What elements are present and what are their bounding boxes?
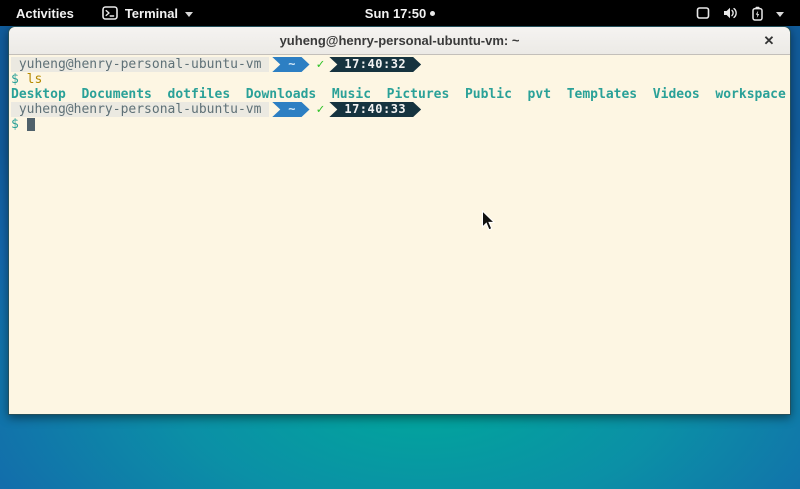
terminal-content[interactable]: yuheng@henry-personal-ubuntu-vm ~ ✓ 17:4… bbox=[9, 55, 790, 415]
directory-list: Desktop Documents dotfiles Downloads Mus… bbox=[11, 87, 786, 102]
prompt-user-host: yuheng@henry-personal-ubuntu-vm bbox=[11, 57, 269, 72]
input-line[interactable]: $ bbox=[11, 117, 790, 132]
system-status-area[interactable] bbox=[696, 0, 800, 26]
typed-command: ls bbox=[27, 72, 43, 87]
terminal-window: yuheng@henry-personal-ubuntu-vm: ~ ✕ yuh… bbox=[8, 26, 791, 415]
volume-icon bbox=[723, 6, 739, 20]
activities-button[interactable]: Activities bbox=[12, 6, 78, 21]
prompt-path-segment: ~ bbox=[272, 57, 309, 72]
prompt-status-check-icon: ✓ bbox=[310, 102, 330, 117]
ls-output-line: Desktop Documents dotfiles Downloads Mus… bbox=[11, 87, 790, 102]
prompt-line: yuheng@henry-personal-ubuntu-vm ~ ✓ 17:4… bbox=[11, 102, 790, 117]
gnome-top-bar: Activities Terminal Sun 17:50 bbox=[0, 0, 800, 26]
app-indicator-label: Terminal bbox=[125, 6, 178, 21]
prompt-timestamp: 17:40:33 bbox=[329, 102, 421, 117]
clock-label[interactable]: Sun 17:50 bbox=[365, 6, 426, 21]
prompt-symbol: $ bbox=[11, 72, 19, 87]
command-line: $ ls bbox=[11, 72, 790, 87]
prompt-user-host: yuheng@henry-personal-ubuntu-vm bbox=[11, 102, 269, 117]
battery-charging-icon bbox=[752, 6, 763, 21]
space bbox=[19, 72, 27, 87]
prompt-symbol: $ bbox=[11, 117, 19, 132]
prompt-timestamp: 17:40:32 bbox=[329, 57, 421, 72]
window-title: yuheng@henry-personal-ubuntu-vm: ~ bbox=[280, 33, 520, 48]
app-indicator-terminal[interactable]: Terminal bbox=[102, 6, 193, 21]
prompt-line: yuheng@henry-personal-ubuntu-vm ~ ✓ 17:4… bbox=[11, 57, 790, 72]
chevron-down-icon bbox=[776, 12, 784, 17]
notification-dot-icon bbox=[430, 11, 435, 16]
close-icon[interactable]: ✕ bbox=[758, 27, 780, 55]
prompt-status-check-icon: ✓ bbox=[310, 57, 330, 72]
screen-icon bbox=[696, 6, 710, 20]
prompt-path-segment: ~ bbox=[272, 102, 309, 117]
window-titlebar[interactable]: yuheng@henry-personal-ubuntu-vm: ~ ✕ bbox=[9, 27, 790, 55]
text-cursor bbox=[27, 118, 35, 131]
chevron-down-icon bbox=[185, 12, 193, 17]
terminal-icon bbox=[102, 6, 118, 20]
